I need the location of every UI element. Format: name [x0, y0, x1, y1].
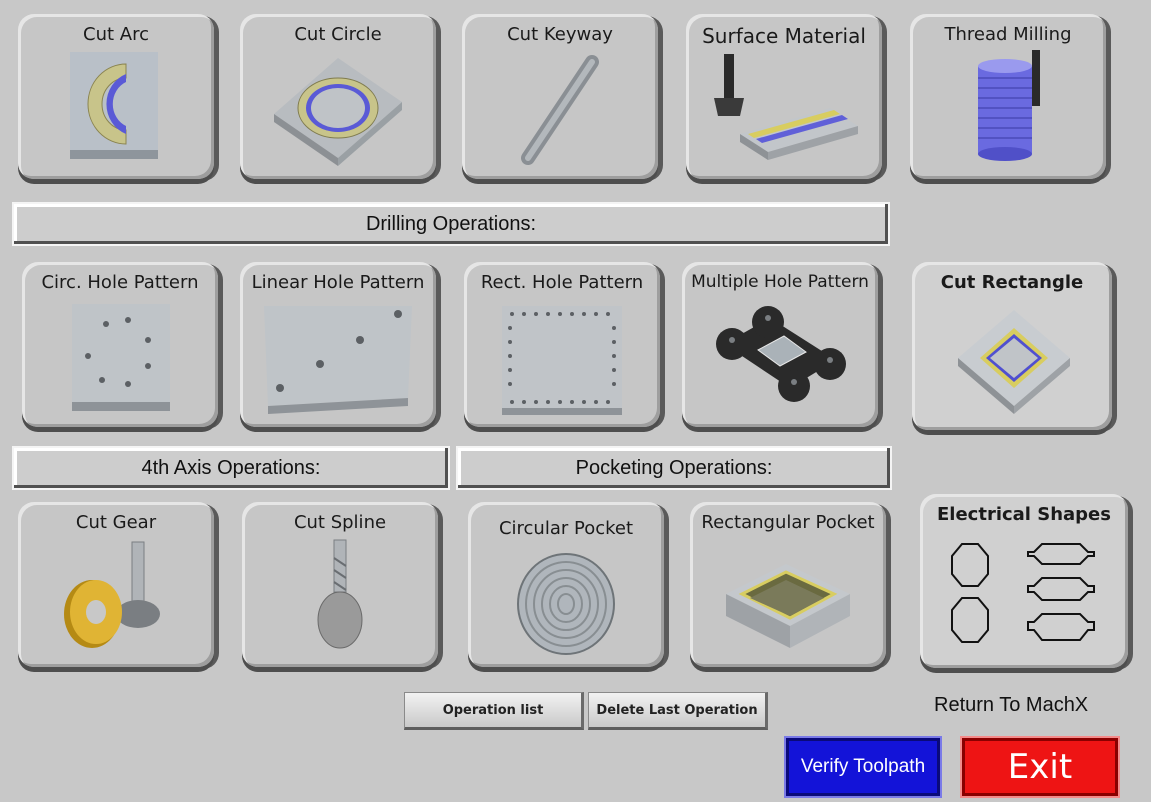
multiple-holes-icon: [716, 306, 846, 402]
rect-hole-pattern-label: Rect. Hole Pattern: [480, 272, 644, 293]
multiple-hole-pattern-label: Multiple Hole Pattern: [691, 272, 869, 292]
cut-spline-label: Cut Spline: [293, 512, 387, 533]
delete-last-operation-button[interactable]: Delete Last Operation: [588, 692, 768, 730]
pocketing-operations-banner: Pocketing Operations:: [456, 446, 892, 490]
circular-holes-icon: [72, 304, 170, 411]
cut-gear-label: Cut Gear: [75, 512, 157, 533]
drilling-operations-title: Drilling Operations:: [365, 213, 537, 235]
operation-list-button[interactable]: Operation list: [404, 692, 584, 730]
thread-milling-label: Thread Milling: [944, 24, 1072, 45]
operation-list-label: Operation list: [442, 702, 544, 718]
linear-hole-pattern-label: Linear Hole Pattern: [251, 272, 425, 293]
linear-hole-pattern-button[interactable]: Linear Hole Pattern: [240, 262, 436, 427]
electrical-shapes-icon: [951, 543, 1095, 643]
thread-milling-button[interactable]: Thread Milling: [910, 14, 1106, 179]
cut-rectangle-label: Cut Rectangle: [940, 272, 1084, 293]
cut-circle-label: Cut Circle: [294, 24, 382, 45]
cut-rectangle-button[interactable]: Cut Rectangle: [912, 262, 1112, 430]
verify-toolpath-label: Verify Toolpath: [800, 756, 926, 777]
surface-material-button[interactable]: Surface Material: [686, 14, 882, 179]
cut-arc-label: Cut Arc: [83, 24, 149, 45]
rectangular-pocket-label: Rectangular Pocket: [701, 512, 875, 533]
thread-icon: [978, 50, 1040, 161]
exit-label: Exit: [1007, 747, 1073, 787]
rectangular-pocket-icon: [726, 564, 850, 648]
cut-keyway-label: Cut Keyway: [507, 24, 613, 45]
electrical-shapes-label: Electrical Shapes: [937, 504, 1111, 525]
drilling-operations-banner: Drilling Operations:: [12, 202, 890, 246]
pocketing-operations-title: Pocketing Operations:: [575, 457, 773, 479]
verify-toolpath-button[interactable]: Verify Toolpath: [784, 736, 942, 798]
circular-pocket-button[interactable]: Circular Pocket: [468, 502, 664, 667]
cut-gear-button[interactable]: Cut Gear: [18, 502, 214, 667]
circ-hole-pattern-label: Circ. Hole Pattern: [41, 272, 199, 293]
electrical-shapes-button[interactable]: Electrical Shapes: [920, 494, 1128, 668]
multiple-hole-pattern-button[interactable]: Multiple Hole Pattern: [682, 262, 878, 427]
return-to-machx-text: Return To MachX: [934, 694, 1089, 716]
circular-pocket-icon: [517, 553, 615, 655]
delete-last-operation-label: Delete Last Operation: [596, 702, 758, 718]
spline-icon: [317, 539, 363, 649]
circular-pocket-label: Circular Pocket: [498, 518, 634, 539]
circle-icon: [274, 58, 402, 166]
surface-material-label: Surface Material: [702, 24, 866, 48]
rectangle-icon: [958, 310, 1070, 414]
gear-icon: [64, 541, 160, 648]
circ-hole-pattern-button[interactable]: Circ. Hole Pattern: [22, 262, 218, 427]
arc-icon: [70, 52, 158, 159]
fourth-axis-operations-banner: 4th Axis Operations:: [12, 446, 450, 490]
linear-holes-icon: [264, 306, 412, 414]
cut-arc-button[interactable]: Cut Arc: [18, 14, 214, 179]
rectangular-pocket-button[interactable]: Rectangular Pocket: [690, 502, 886, 667]
cut-circle-button[interactable]: Cut Circle: [240, 14, 436, 179]
keyway-icon: [521, 55, 599, 165]
surface-icon: [714, 54, 858, 160]
exit-button[interactable]: Exit: [960, 736, 1120, 798]
rect-hole-pattern-button[interactable]: Rect. Hole Pattern: [464, 262, 660, 427]
cut-spline-button[interactable]: Cut Spline: [242, 502, 438, 667]
fourth-axis-operations-title: 4th Axis Operations:: [141, 457, 321, 479]
rect-holes-icon: [502, 306, 622, 415]
cut-keyway-button[interactable]: Cut Keyway: [462, 14, 658, 179]
